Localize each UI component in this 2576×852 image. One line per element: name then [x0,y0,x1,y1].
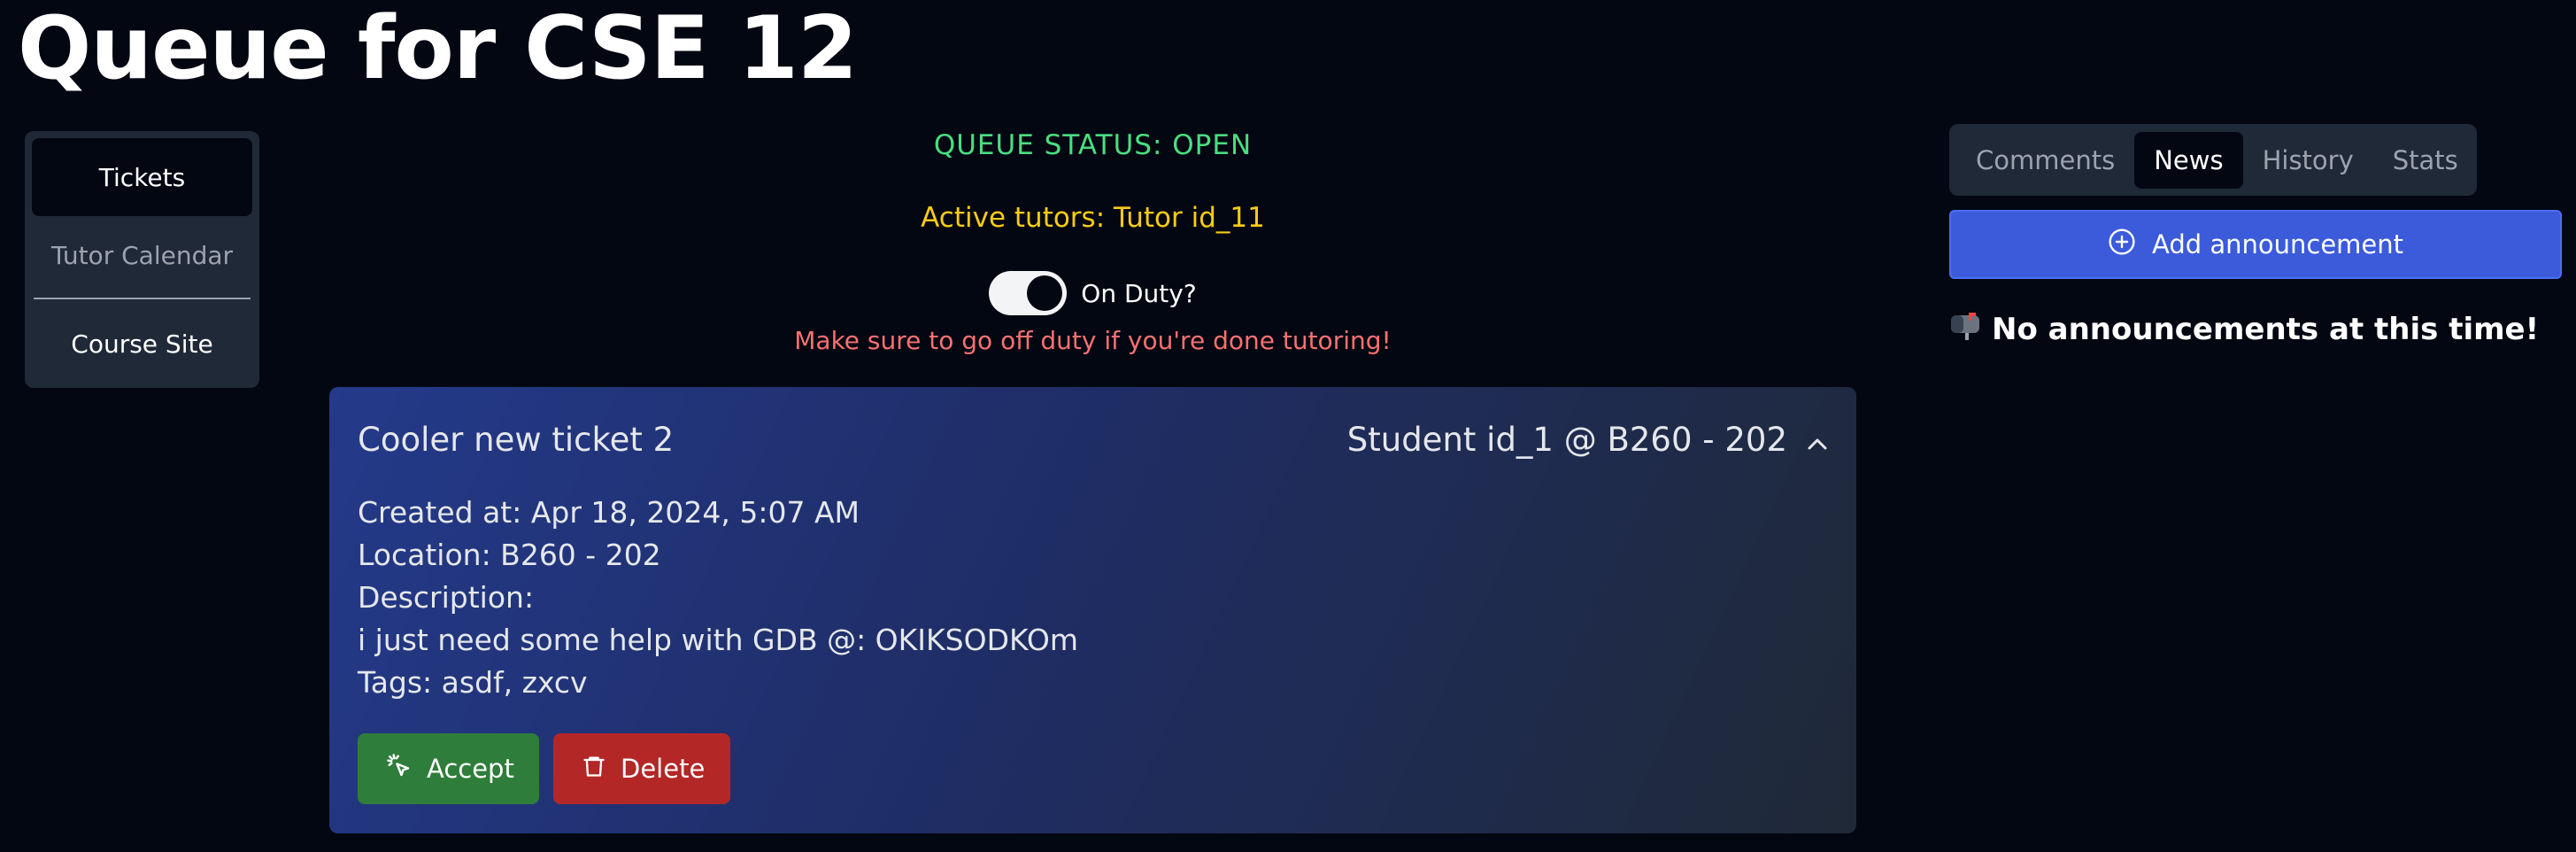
sidebar-item-course-site[interactable]: Course Site [32,305,252,383]
active-tutors: Active tutors: Tutor id_11 [921,202,1265,234]
ticket-details: Created at: Apr 18, 2024, 5:07 AM Locati… [358,492,1078,704]
ticket-collapse-toggle[interactable]: Student id_1 @ B260 - 202 [1347,421,1828,459]
tab-stats[interactable]: Stats [2373,132,2478,189]
on-duty-toggle[interactable] [989,271,1068,315]
sidebar-item-tutor-calendar[interactable]: Tutor Calendar [32,216,252,294]
ticket-description-label: Description: [358,580,535,615]
add-announcement-button[interactable]: Add announcement [1949,210,2562,279]
trash-icon [582,753,606,786]
ticket-actions: Accept Delete [358,733,730,804]
tab-comments[interactable]: Comments [1956,132,2134,189]
mailbox-icon [1949,310,1983,348]
off-duty-warning: Make sure to go off duty if you're done … [794,326,1392,355]
panel-tabs: Comments News History Stats [1949,124,2477,196]
sidebar-nav: Tickets Tutor Calendar Course Site [25,131,259,388]
no-announcements: No announcements at this time! [1949,310,2539,348]
ticket-card: Cooler new ticket 2 Student id_1 @ B260 … [329,387,1856,833]
tab-news[interactable]: News [2134,131,2243,189]
ticket-location: Location: B260 - 202 [358,538,661,572]
sidebar-item-tickets[interactable]: Tickets [32,138,252,216]
toggle-knob [1027,275,1063,311]
delete-label: Delete [621,754,706,784]
ticket-description: i just need some help with GDB @: OKIKSO… [358,623,1078,657]
page-title: Queue for CSE 12 [18,0,858,99]
delete-button[interactable]: Delete [553,733,730,804]
duty-toggle-row: On Duty? [329,271,1856,315]
tab-history[interactable]: History [2243,132,2373,189]
ticket-tags: Tags: asdf, zxcv [358,665,588,700]
sidebar-divider [34,298,251,299]
ticket-owner: Student id_1 @ B260 - 202 [1346,421,1787,459]
add-announcement-label: Add announcement [2151,229,2404,259]
ticket-created: Created at: Apr 18, 2024, 5:07 AM [358,495,860,530]
queue-page: Queue for CSE 12 Tickets Tutor Calendar … [0,0,2576,852]
on-duty-label: On Duty? [1081,278,1197,308]
no-announcements-text: No announcements at this time! [1992,311,2540,347]
cursor-click-icon [386,753,413,786]
accept-label: Accept [427,754,514,784]
plus-circle-icon [2108,228,2136,262]
chevron-up-icon [1807,421,1828,459]
queue-status: QUEUE STATUS: OPEN [933,129,1253,161]
accept-button[interactable]: Accept [358,733,539,804]
ticket-title: Cooler new ticket 2 [358,421,675,459]
